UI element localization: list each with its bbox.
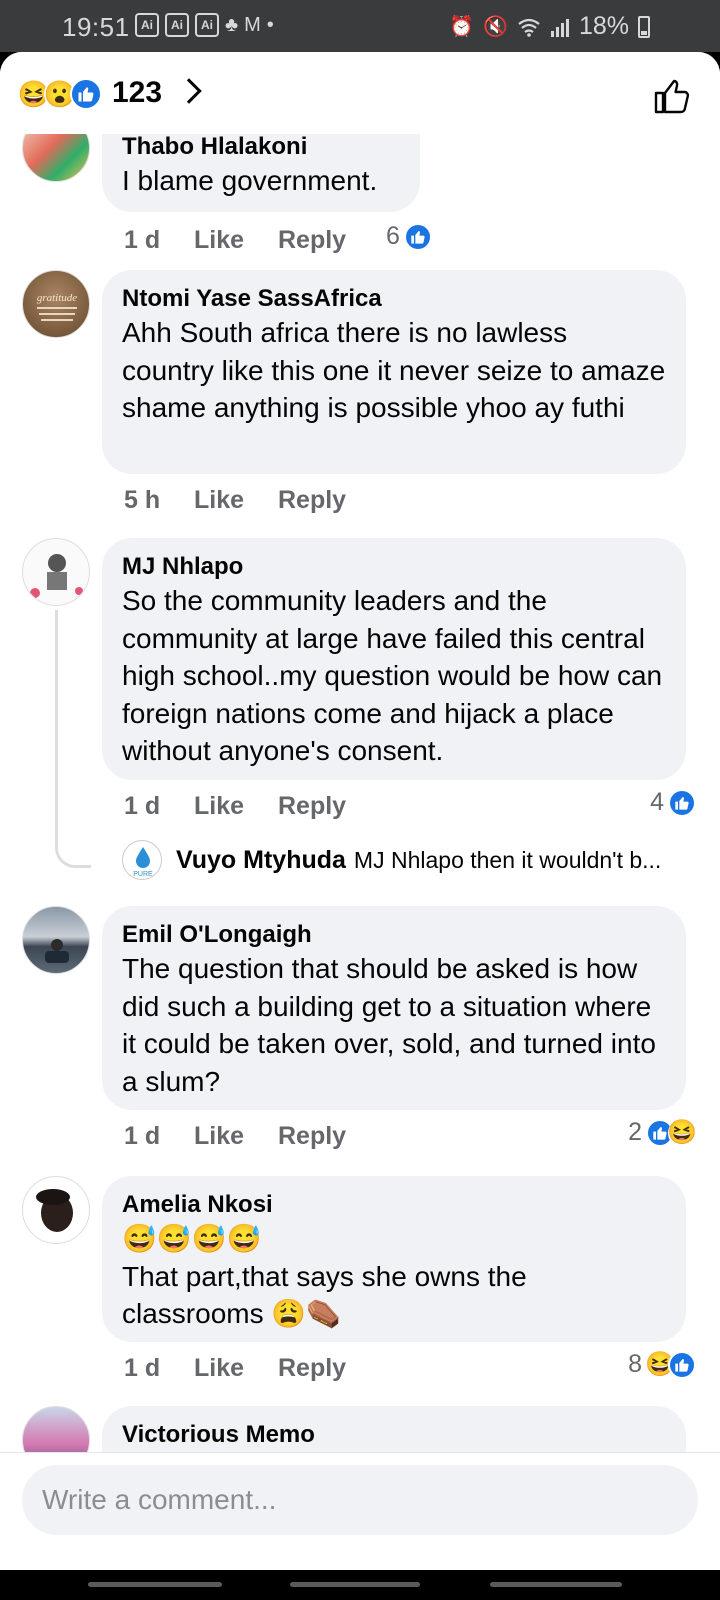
reply-preview[interactable]: PURE Vuyo Mtyhuda MJ Nhlapo then it woul… [122,840,661,880]
reaction-icons: 😆 😮 [18,78,102,110]
comment-input[interactable] [22,1465,698,1535]
wifi-icon [518,18,540,37]
like-reaction-icon [403,222,432,251]
status-bar: 19:51 Ai Ai Ai ♣ M • ⏰ 🔇 18% [0,0,720,52]
like-reaction-icon [668,788,696,817]
comment-time: 5 h [124,486,161,514]
status-time: 19:51 [62,12,130,42]
ai-app-icon: Ai [195,13,219,37]
back-button[interactable] [490,1582,622,1587]
notification-icons: Ai Ai Ai ♣ M • [135,13,274,37]
comment-composer [0,1452,720,1570]
comment-list[interactable]: Thabo Hlalakoni I blame government. 1 d … [0,134,720,1534]
commenter-name[interactable]: Amelia Nkosi [122,1190,666,1220]
alarm-icon: ⏰ [449,16,475,38]
reaction-count: 2 [628,1118,642,1146]
comment-time: 1 d [124,1122,161,1150]
comment-actions: 1 d Like Reply [124,792,380,821]
thumbs-up-icon[interactable] [652,76,692,116]
battery-percent: 18% [578,12,629,40]
chevron-right-icon[interactable] [176,78,202,104]
comment-actions: 5 h Like Reply [124,486,380,515]
comment-time: 1 d [124,226,161,254]
commenter-name[interactable]: Emil O'Longaigh [122,920,666,950]
water-drop-icon: PURE [133,847,153,878]
comment-actions: 1 d Like Reply [124,1122,380,1151]
gratitude-avatar-icon: gratitude [37,292,77,321]
like-button[interactable]: Like [194,226,278,255]
svg-text:gratitude: gratitude [37,292,77,304]
reaction-count: 4 [650,788,664,816]
avatar[interactable] [22,906,90,974]
profile-photo-icon [30,554,83,598]
haha-reaction-icon: 😆 [667,1118,697,1147]
avatar[interactable] [22,134,90,182]
reply-button[interactable]: Reply [278,1122,380,1151]
reply-button[interactable]: Reply [278,1354,380,1383]
ai-app-icon: Ai [165,13,189,37]
navigation-bar [0,1570,720,1600]
recents-button[interactable] [88,1582,222,1587]
reaction-count: 6 [386,222,400,250]
comment-reactions[interactable]: 6 [386,222,432,251]
more-dot-icon: • [266,13,274,36]
ai-app-icon: Ai [135,13,159,37]
comment-text: Ahh South africa there is no lawless cou… [122,317,666,423]
comment-reactions[interactable]: 2 😆 [628,1118,697,1147]
reply-button[interactable]: Reply [278,792,380,821]
app-notification-icon: ♣ [225,13,239,36]
reply-author[interactable]: Vuyo Mtyhuda [176,846,346,875]
like-button[interactable]: Like [194,1122,278,1151]
commenter-name[interactable]: Victorious Memo [122,1420,666,1450]
commenter-name[interactable]: Thabo Hlalakoni [122,134,400,162]
like-button[interactable]: Like [194,486,278,515]
home-button[interactable] [290,1582,420,1587]
comment-bubble[interactable]: Emil O'Longaigh The question that should… [102,906,686,1110]
comment-text: So the community leaders and the communi… [122,585,663,766]
comment-time: 1 d [124,792,161,820]
reply-avatar[interactable]: PURE [122,840,162,880]
reply-avatar-text: PURE [133,871,153,878]
profile-photo-icon [45,939,69,963]
profile-photo-icon [36,1189,73,1232]
mute-icon: 🔇 [483,16,508,38]
reaction-count: 123 [112,76,163,109]
comment-text: That part,that says she owns the classro… [122,1260,527,1330]
like-button[interactable]: Like [194,792,278,821]
reaction-count: 8 [628,1350,642,1378]
avatar[interactable] [22,538,90,606]
avatar[interactable] [22,1176,90,1244]
comment-text: The question that should be asked is how… [122,953,656,1097]
comments-sheet: 😆 😮 123 Thabo Hlalakoni I blame governme… [0,52,720,1570]
battery-icon [638,15,650,38]
commenter-name[interactable]: MJ Nhlapo [122,552,666,582]
like-reaction-icon [668,1350,696,1379]
system-icons: ⏰ 🔇 18% [449,12,650,41]
reply-snippet: MJ Nhlapo then it wouldn't b... [353,846,662,873]
thread-connector [55,610,91,868]
like-reaction-icon [70,78,102,110]
gmail-icon: M [244,13,261,36]
comment-reactions[interactable]: 4 [650,788,696,817]
comment-time: 1 d [124,1354,161,1382]
comment-bubble[interactable]: MJ Nhlapo So the community leaders and t… [102,538,686,780]
reply-button[interactable]: Reply [278,226,380,255]
reply-button[interactable]: Reply [278,486,380,515]
comment-bubble[interactable]: Thabo Hlalakoni I blame government. [102,134,420,212]
comment-bubble[interactable]: Amelia Nkosi 😅😅😅😅 That part,that says sh… [102,1176,686,1342]
avatar[interactable]: gratitude [22,270,90,338]
comment-text: I blame government. [122,165,378,196]
comment-bubble[interactable]: Ntomi Yase SassAfrica Ahh South africa t… [102,270,686,474]
signal-icon [550,18,569,37]
comment-actions: 1 d Like Reply [124,1354,380,1383]
like-button[interactable]: Like [194,1354,278,1383]
comment-actions: 1 d Like Reply [124,226,380,255]
comment-emoji-line: 😅😅😅😅 [122,1223,262,1254]
comment-reactions[interactable]: 8 😆 [628,1350,696,1379]
commenter-name[interactable]: Ntomi Yase SassAfrica [122,284,666,314]
reactions-summary[interactable]: 😆 😮 123 [0,52,720,134]
